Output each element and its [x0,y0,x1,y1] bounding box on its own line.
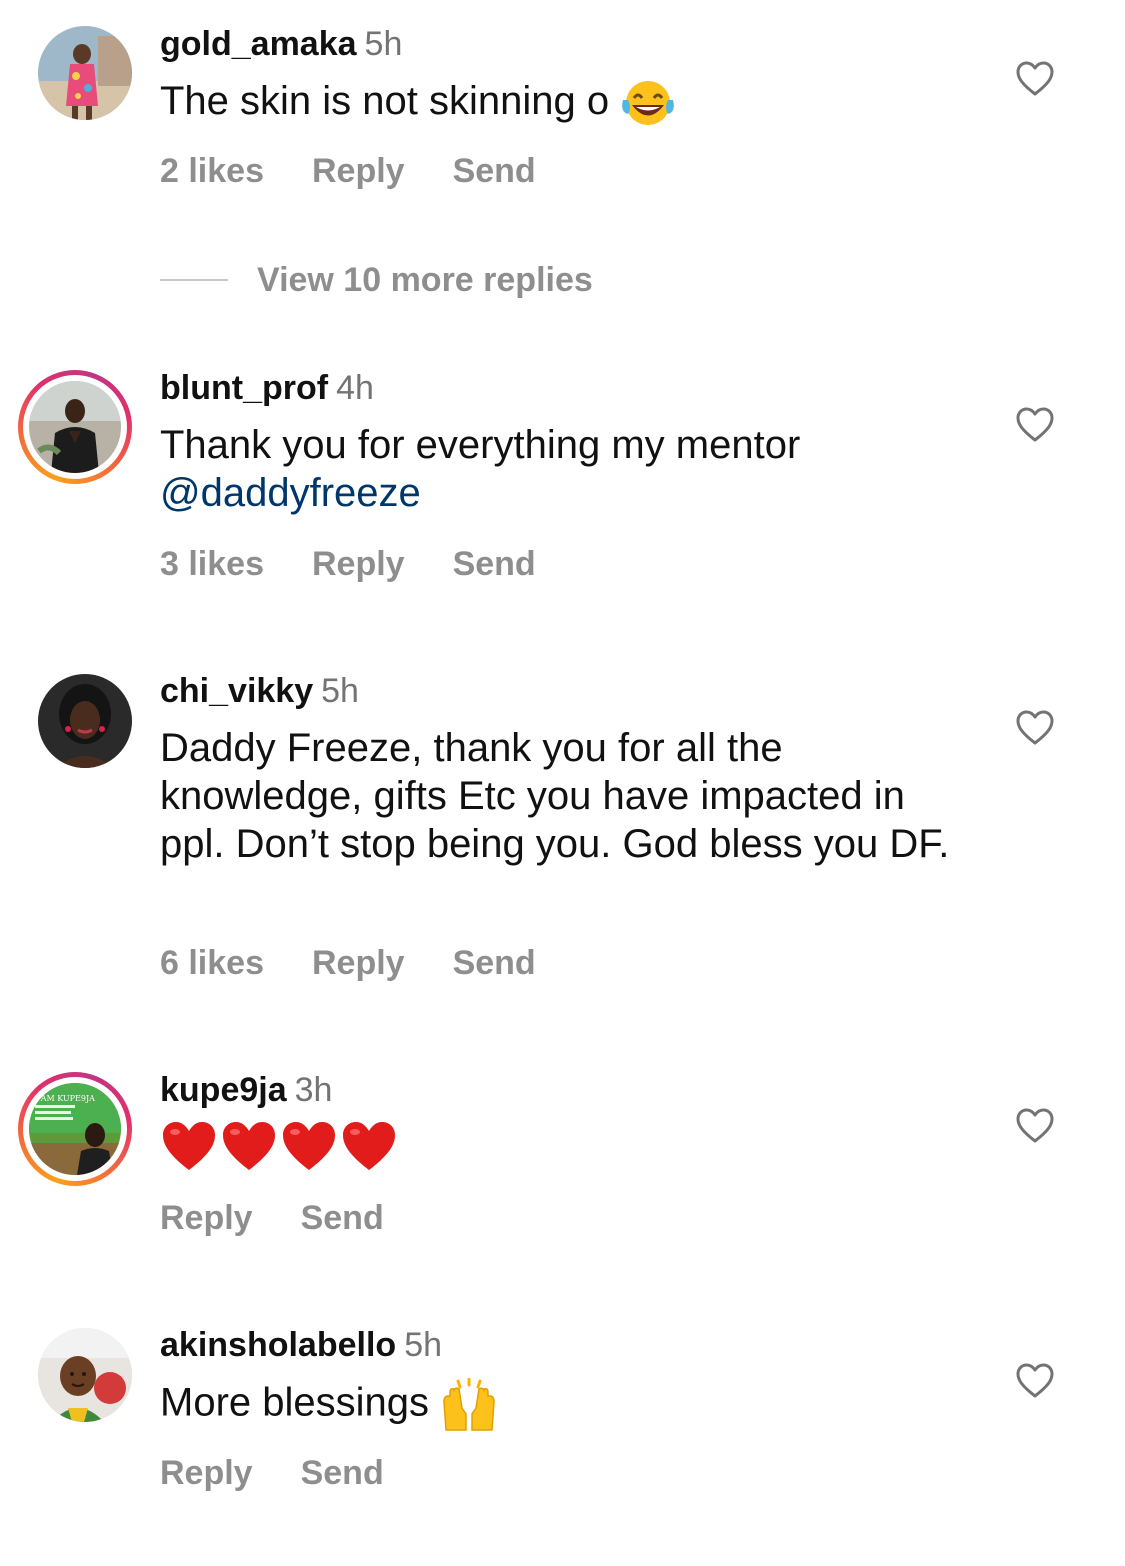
send-button[interactable]: Send [453,944,536,982]
view-more-label[interactable]: View 10 more replies [257,258,593,302]
avatar[interactable] [38,26,132,120]
avatar[interactable] [38,1328,132,1422]
comment-body: Thank you for everything my mentor [160,423,801,467]
comment-body: More blessings [160,1380,430,1425]
reply-button[interactable]: Reply [312,152,405,190]
likes-count[interactable]: 3 likes [160,545,264,583]
comment-actions: 3 likes Reply Send [160,544,584,584]
likes-count[interactable]: 6 likes [160,944,264,982]
username[interactable]: akinsholabello [160,1326,396,1364]
avatar-photo [38,26,132,120]
comment-text: Thank you for everything my mentor @dadd… [160,421,970,517]
laughing-tears-emoji-icon [622,81,675,126]
comment-header: gold_amaka 5h [160,24,402,64]
avatar[interactable] [18,370,132,484]
avatar-photo: I AM KUPE9JA [29,1083,121,1175]
timestamp: 3h [294,1071,333,1109]
avatar-photo [29,381,121,473]
comment-header: chi_vikky 5h [160,671,359,711]
comment-emoji-row [160,1120,970,1176]
heart-outline-icon[interactable] [1016,1363,1054,1399]
timestamp: 5h [364,25,403,63]
reply-button[interactable]: Reply [312,545,405,583]
comment-header: blunt_prof 4h [160,368,374,408]
likes-count[interactable]: 2 likes [160,152,264,190]
comment-text: The skin is not skinning o [160,77,970,128]
reply-button[interactable]: Reply [312,944,405,982]
comment-actions: 2 likes Reply Send [160,151,584,191]
avatar[interactable] [38,674,132,768]
raising-hands-emoji-icon [443,1378,495,1431]
send-button[interactable]: Send [453,545,536,583]
heart-outline-icon[interactable] [1016,710,1054,746]
username[interactable]: gold_amaka [160,25,357,63]
timestamp: 4h [336,369,374,407]
heart-outline-icon[interactable] [1016,1108,1054,1144]
comment-actions: 6 likes Reply Send [160,943,584,983]
timestamp: 5h [321,672,359,710]
username[interactable]: blunt_prof [160,369,328,407]
heart-outline-icon[interactable] [1016,407,1054,443]
red-heart-emojis-icon [163,1122,395,1170]
comment-text: Daddy Freeze, thank you for all the know… [160,724,970,868]
avatar-photo [38,1328,132,1422]
comment-actions: Reply Send [160,1198,432,1238]
username[interactable]: kupe9ja [160,1071,287,1109]
avatar[interactable]: I AM KUPE9JA [18,1072,132,1186]
send-button[interactable]: Send [301,1454,384,1492]
username[interactable]: chi_vikky [160,672,313,710]
comment-body: The skin is not skinning o [160,79,610,123]
heart-outline-icon[interactable] [1016,61,1054,97]
avatar-title: I AM KUPE9JA [35,1094,95,1103]
send-button[interactable]: Send [453,152,536,190]
comment-header: akinsholabello 5h [160,1325,442,1365]
mention-link[interactable]: @daddyfreeze [160,471,421,515]
comment-actions: Reply Send [160,1453,432,1493]
reply-button[interactable]: Reply [160,1454,253,1492]
comment-body: Daddy Freeze, thank you for all the know… [160,726,950,866]
comment-text: More blessings [160,1378,970,1432]
comment-header: kupe9ja 3h [160,1070,332,1110]
avatar-photo [38,674,132,768]
reply-button[interactable]: Reply [160,1199,253,1237]
divider [160,279,228,281]
send-button[interactable]: Send [301,1199,384,1237]
timestamp: 5h [404,1326,443,1364]
